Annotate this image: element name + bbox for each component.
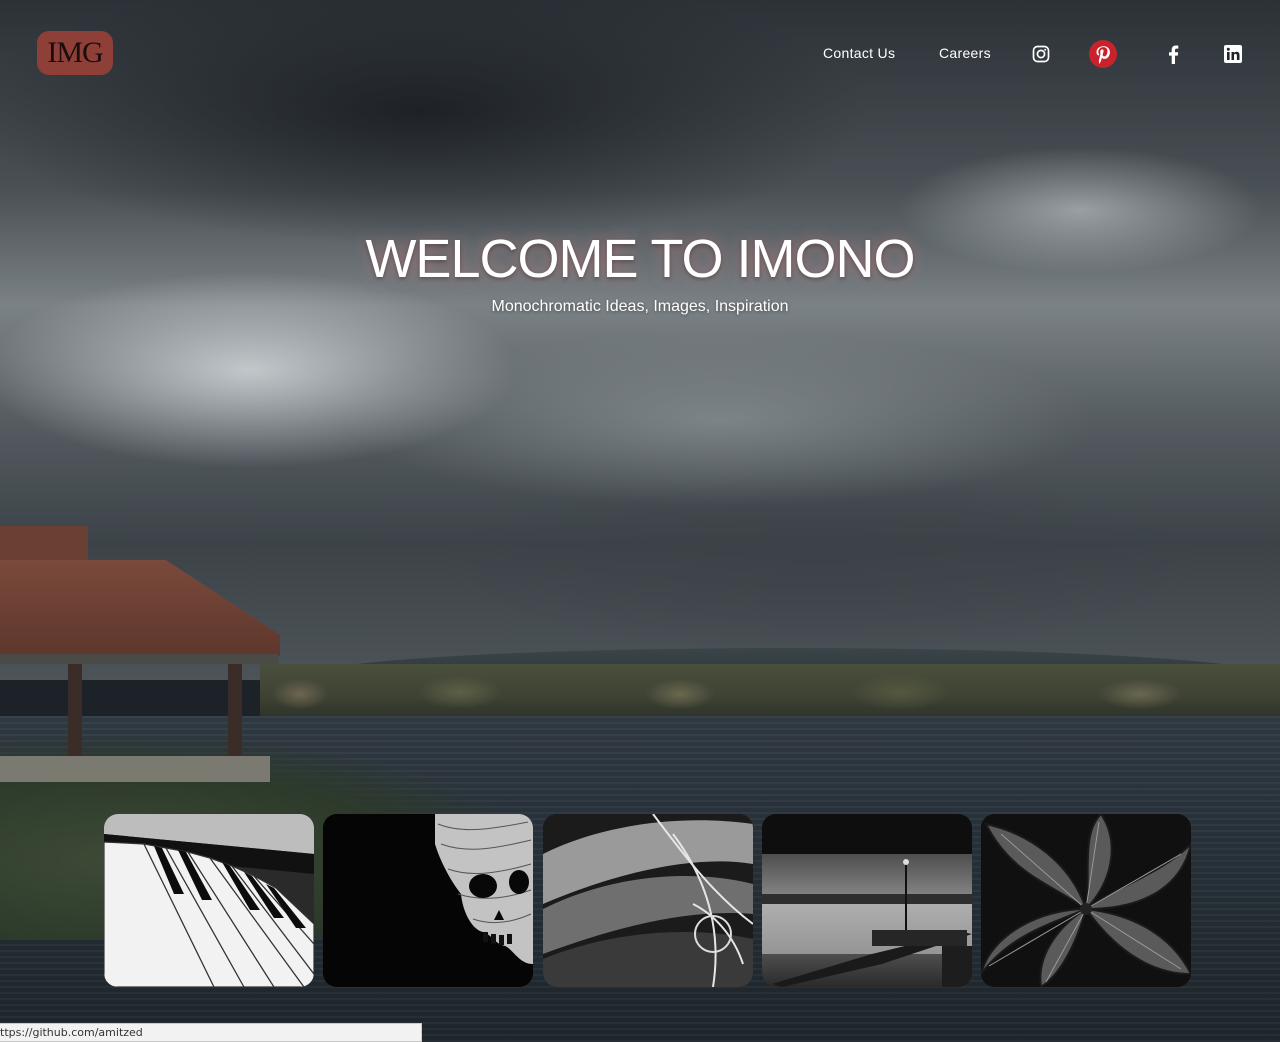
lake-pier-image: [762, 814, 972, 987]
site-logo[interactable]: IMG: [37, 31, 113, 75]
hero-subtitle: Monochromatic Ideas, Images, Inspiration: [491, 298, 789, 315]
pavilion-eave: [0, 654, 278, 664]
gallery-thumb-abstract[interactable]: [543, 814, 753, 987]
facebook-icon[interactable]: [1161, 42, 1185, 66]
tree-line: [260, 664, 1280, 720]
pavilion-pillar: [228, 664, 242, 760]
browser-status-bar: ttps://github.com/amitzed: [0, 1023, 422, 1042]
pavilion-platform: [0, 756, 270, 782]
hero-title: WELCOME TO IMONO: [365, 229, 915, 289]
nav-careers-link[interactable]: Careers: [939, 45, 991, 61]
pavilion-pillar: [68, 664, 82, 760]
page: IMG Contact Us Careers WELCOME TO IMONO …: [0, 0, 1280, 1042]
abstract-curves-image: [543, 814, 753, 987]
gallery-thumb-piano[interactable]: [104, 814, 314, 987]
skull-image: [323, 814, 533, 987]
gallery-thumb-leaves[interactable]: [981, 814, 1191, 987]
leaves-image: [981, 814, 1191, 987]
instagram-icon[interactable]: [1029, 42, 1053, 66]
piano-keys-image: [104, 814, 314, 987]
pinterest-icon[interactable]: [1088, 39, 1118, 69]
gallery-thumb-skull[interactable]: [323, 814, 533, 987]
linkedin-icon[interactable]: [1221, 42, 1245, 66]
nav-contact-us-link[interactable]: Contact Us: [823, 45, 895, 61]
gallery-thumb-lake[interactable]: [762, 814, 972, 987]
